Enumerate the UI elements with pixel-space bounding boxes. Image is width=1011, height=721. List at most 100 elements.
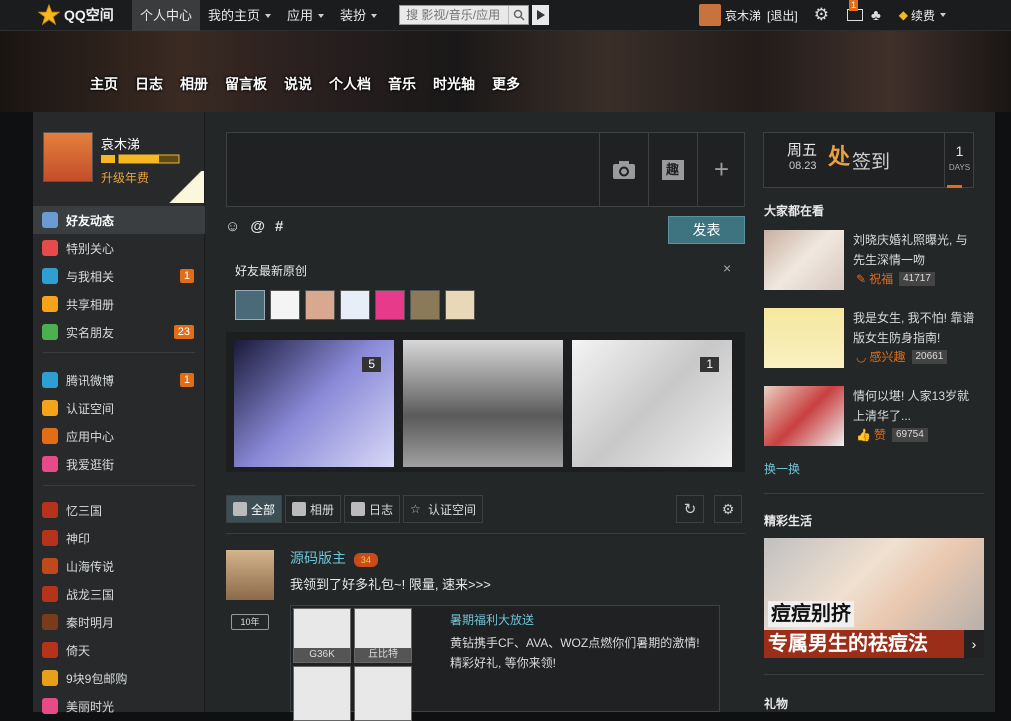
tab-label: 日志 [369, 502, 394, 517]
gear-icon[interactable]: ⚙ [814, 5, 829, 25]
search-icon[interactable] [508, 6, 528, 24]
friend-avatar[interactable] [305, 290, 335, 320]
gun-item[interactable] [293, 666, 351, 721]
tab-blog[interactable]: 日志 [135, 74, 163, 94]
life-banner[interactable]: 痘痘别挤 专属男生的祛痘法 › [764, 538, 984, 658]
chevron-down-icon [371, 14, 378, 19]
sidebar-item[interactable]: 战龙三国 [33, 580, 205, 608]
settings-icon[interactable]: ⚙ [714, 495, 742, 523]
tab-verified[interactable]: ☆ 认证空间 [403, 495, 484, 523]
cover-banner: 主页 日志 相册 留言板 说说 个人档 音乐 时光轴 更多 [0, 31, 1011, 112]
tab-album[interactable]: 相册 [180, 74, 208, 94]
watch-action[interactable]: ✎ 祝福 41717 [856, 270, 935, 287]
sidebar-item-icon [42, 586, 58, 602]
status-composer[interactable]: 趣 + [226, 132, 745, 207]
friend-avatar[interactable] [410, 290, 440, 320]
sidebar-item[interactable]: 美丽时光 [33, 692, 205, 720]
sidebar-item[interactable]: 特别关心 [33, 234, 205, 262]
sidebar-item[interactable]: 山海传说 [33, 552, 205, 580]
share-card[interactable]: G36K 丘比特 暑期福利大放送 黄钻携手CF、AVA、WOZ点燃你们暑期的激情… [290, 605, 720, 721]
tab-timeline[interactable]: 时光轴 [433, 74, 475, 94]
user-name[interactable]: 哀木涕 [725, 7, 761, 24]
refresh-icon[interactable]: ↻ [676, 495, 704, 523]
tab-music[interactable]: 音乐 [388, 74, 416, 94]
share-title[interactable]: 暑期福利大放送 [450, 611, 534, 628]
sidebar-item[interactable]: 与我相关 1 [33, 262, 205, 290]
checkin-card[interactable]: 周五 08.23 处 签到 1 DAYS [763, 132, 974, 188]
diamond-icon: ◆ [898, 8, 909, 22]
clover-icon[interactable]: ♣ [871, 7, 881, 24]
watch-action[interactable]: 👍 赞 69754 [856, 426, 928, 443]
friend-avatar[interactable] [270, 290, 300, 320]
camera-icon[interactable] [599, 133, 647, 206]
watch-image[interactable] [764, 308, 844, 368]
search-input[interactable] [400, 6, 509, 24]
profile-avatar[interactable] [43, 132, 93, 182]
gun-item[interactable] [354, 666, 412, 721]
gun-item[interactable]: G36K [293, 608, 351, 663]
sidebar-item[interactable]: 好友动态 [33, 206, 205, 234]
renew-menu[interactable]: ◆ 续费 [898, 7, 947, 24]
vip-corner-icon[interactable] [168, 171, 204, 203]
gun-item[interactable]: 丘比特 [354, 608, 412, 663]
watch-item[interactable]: 刘晓庆婚礼照曝光, 与先生深情一吻 ✎ 祝福 41717 [764, 230, 979, 295]
sidebar-item[interactable]: 腾讯微博 1 [33, 366, 205, 394]
friend-avatar[interactable] [340, 290, 370, 320]
watch-text[interactable]: 情何以堪! 人家13岁就上清华了... [853, 386, 978, 426]
sidebar-item[interactable]: 忆三国 [33, 496, 205, 524]
at-icon[interactable]: @ [250, 218, 265, 235]
photo-thumb[interactable]: 1 [572, 340, 732, 467]
photo-thumb[interactable] [403, 340, 563, 467]
watch-item[interactable]: 情何以堪! 人家13岁就上清华了... 👍 赞 69754 [764, 386, 979, 451]
nav-apps[interactable]: 应用 [279, 0, 332, 31]
chevron-right-icon[interactable]: › [964, 630, 984, 658]
upgrade-link[interactable]: 升级年费 [101, 169, 149, 186]
fun-app-icon[interactable]: 趣 [648, 133, 696, 206]
sidebar-item[interactable]: 9块9包邮购 [33, 664, 205, 692]
sidebar-item[interactable]: 实名朋友 23 [33, 318, 205, 346]
logout-link[interactable]: [退出] [767, 7, 798, 24]
qzone-logo[interactable]: QQ空间 [38, 4, 132, 26]
friend-avatar[interactable] [375, 290, 405, 320]
tab-all[interactable]: 全部 [226, 495, 283, 523]
feed-author-name[interactable]: 源码版主 34 [290, 548, 378, 568]
sidebar-item[interactable]: 应用中心 [33, 422, 205, 450]
nav-personal-center[interactable]: 个人中心 [132, 0, 201, 31]
sidebar-item[interactable]: 神印 [33, 524, 205, 552]
publish-button[interactable]: 发表 [668, 216, 745, 244]
sidebar-item[interactable]: 秦时明月 [33, 608, 205, 636]
user-avatar[interactable] [699, 4, 721, 26]
watch-text[interactable]: 我是女生, 我不怕! 靠谱版女生防身指南! [853, 308, 978, 348]
emoji-icon[interactable]: ☺ [225, 218, 240, 235]
tab-more[interactable]: 更多 [492, 74, 520, 94]
watch-item[interactable]: 我是女生, 我不怕! 靠谱版女生防身指南! ◡ 感兴趣 20661 [764, 308, 979, 373]
tab-guestbook[interactable]: 留言板 [225, 74, 267, 94]
sidebar-item[interactable]: 我爱逛街 [33, 450, 205, 478]
nav-decorate[interactable]: 装扮 [332, 0, 385, 31]
star-icon: ☆ [410, 502, 421, 516]
profile-name[interactable]: 哀木涕 [101, 134, 140, 153]
nav-my-homepage[interactable]: 我的主页 [200, 0, 279, 31]
watch-text[interactable]: 刘晓庆婚礼照曝光, 与先生深情一吻 [853, 230, 978, 270]
photo-thumb[interactable]: 5 [234, 340, 394, 467]
sidebar-item[interactable]: 共享相册 [33, 290, 205, 318]
tab-profile[interactable]: 个人档 [329, 74, 371, 94]
feed-avatar[interactable] [226, 550, 274, 600]
hashtag-icon[interactable]: # [275, 218, 283, 235]
watch-image[interactable] [764, 230, 844, 290]
sidebar-item[interactable]: 倚天 [33, 636, 205, 664]
tab-album[interactable]: 相册 [285, 495, 342, 523]
friend-avatar[interactable] [235, 290, 265, 320]
tab-shuoshuo[interactable]: 说说 [284, 74, 312, 94]
tab-blog[interactable]: 日志 [344, 495, 401, 523]
plus-icon[interactable]: + [697, 133, 745, 206]
watch-action[interactable]: ◡ 感兴趣 20661 [856, 348, 948, 365]
watch-image[interactable] [764, 386, 844, 446]
mail-icon[interactable]: 1 [846, 0, 863, 21]
swap-link[interactable]: 换一换 [764, 460, 800, 477]
friend-avatar[interactable] [445, 290, 475, 320]
play-icon[interactable] [532, 5, 550, 25]
sidebar-item[interactable]: 认证空间 [33, 394, 205, 422]
close-icon[interactable]: × [723, 260, 731, 276]
tab-home[interactable]: 主页 [90, 74, 118, 94]
